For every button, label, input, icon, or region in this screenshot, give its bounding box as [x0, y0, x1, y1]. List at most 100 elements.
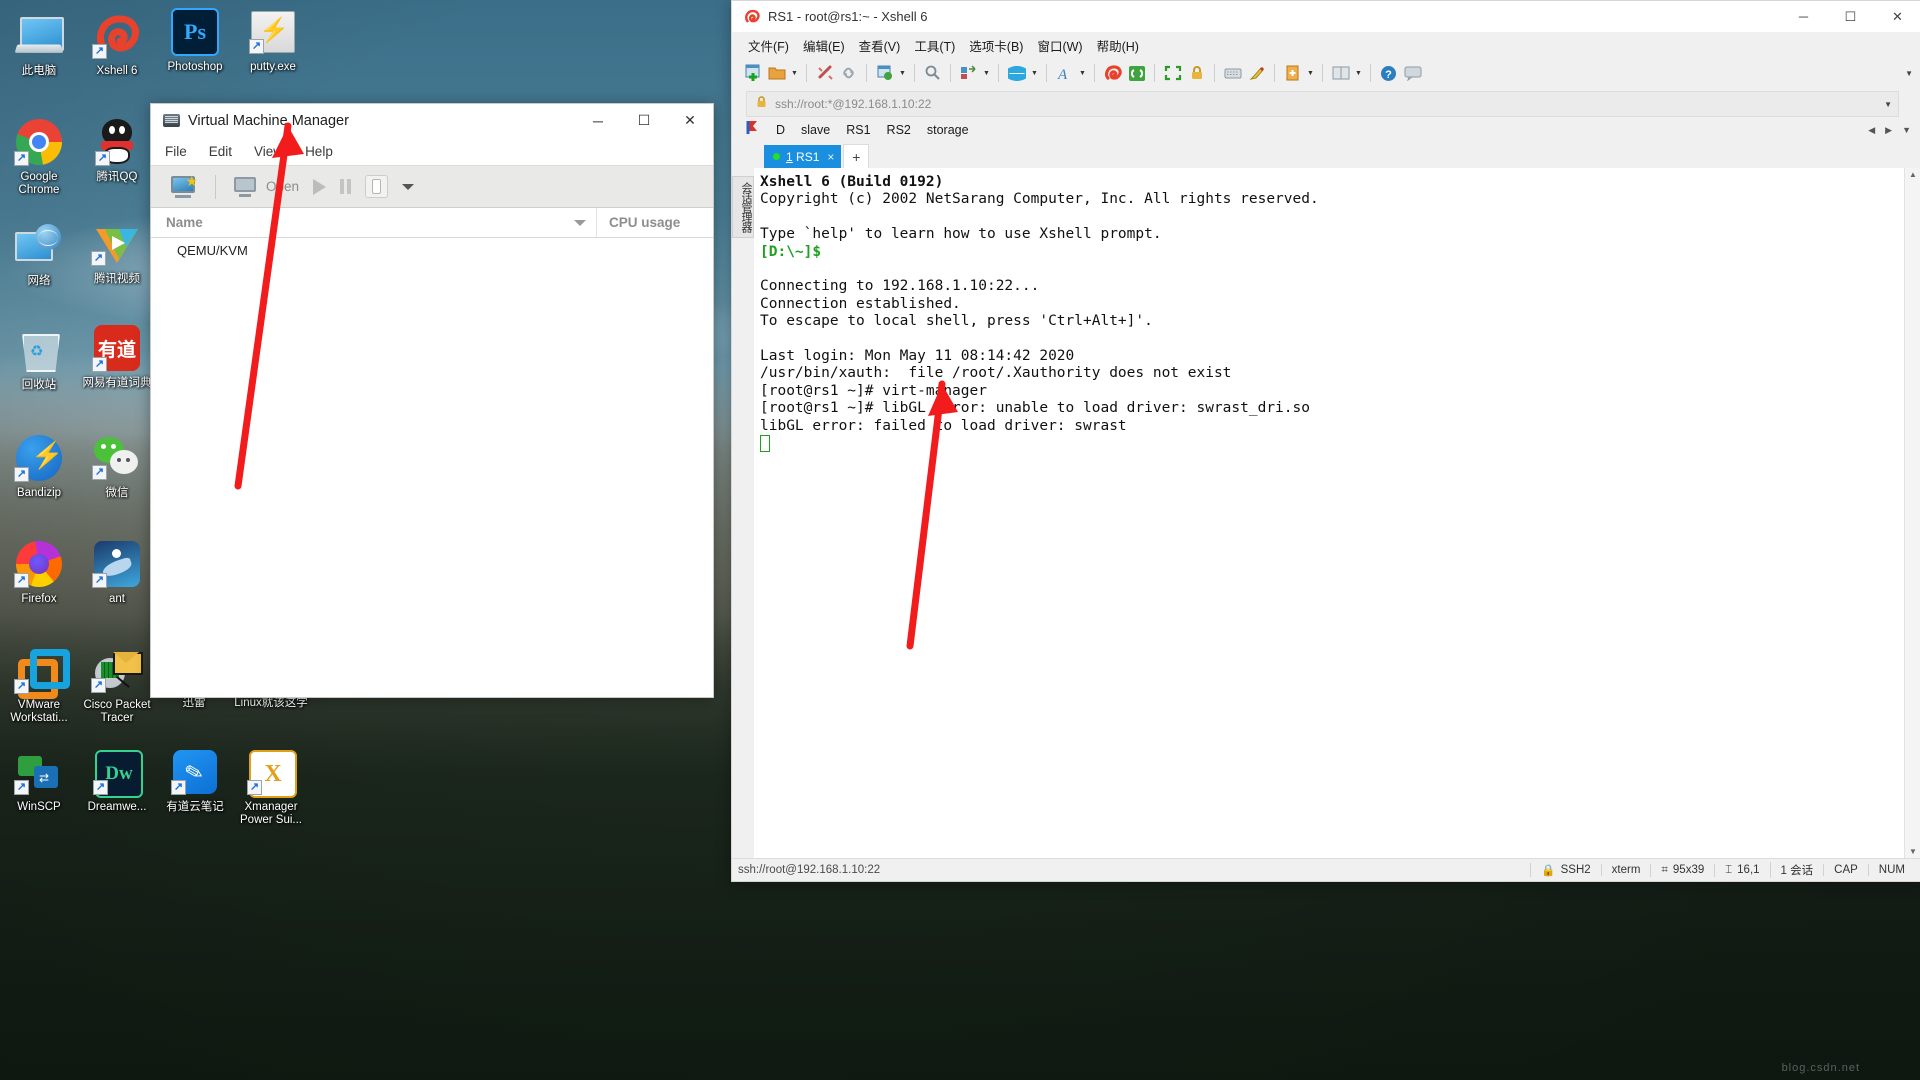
xshell-window[interactable]: RS1 - root@rs1:~ - Xshell 6 ─ ☐ ✕ 文件(F) … [731, 0, 1920, 882]
vmm-titlebar[interactable]: Virtual Machine Manager ─ ☐ ✕ [151, 104, 713, 137]
bookmark-item-slave[interactable]: slave [801, 123, 830, 137]
menu-item-tabs[interactable]: 选项卡(B) [969, 36, 1023, 55]
tab-rs1[interactable]: 1 RS1 × [764, 145, 841, 168]
desktop-icon-putty[interactable]: ⚡ ↗ putty.exe [234, 6, 312, 74]
column-header-name[interactable]: Name [151, 215, 596, 230]
desktop-icon-network[interactable]: 网络 [0, 220, 78, 288]
terminal-scrollbar[interactable]: ▲ ▼ [1904, 168, 1920, 858]
bookmark-prev-icon[interactable]: ◀ [1868, 125, 1875, 136]
layout-chevron-down-icon[interactable]: ▼ [1354, 70, 1363, 77]
new-file-icon[interactable] [1282, 63, 1303, 84]
bookmark-next-icon[interactable]: ▶ [1885, 125, 1892, 136]
bookmark-overflow-chevron-down-icon[interactable]: ▼ [1902, 125, 1911, 135]
new-session-icon[interactable] [742, 63, 763, 84]
menu-item-edit[interactable]: Edit [209, 144, 232, 159]
feedback-icon[interactable] [1402, 63, 1423, 84]
desktop-icon-label: ant [78, 593, 156, 606]
table-row[interactable]: QEMU/KVM [151, 238, 713, 262]
desktop-icon-chrome[interactable]: ↗ Google Chrome [0, 116, 78, 197]
link-icon[interactable] [838, 63, 859, 84]
desktop-icon-youdao-dict[interactable]: 有道 ↗ 网易有道词典 [78, 322, 156, 390]
menu-item-help[interactable]: 帮助(H) [1097, 36, 1139, 55]
run-vm-button[interactable] [307, 176, 332, 198]
new-vm-button[interactable]: ★ [165, 173, 203, 201]
desktop-icon-tencent-video[interactable]: ↗ 腾讯视频 [78, 218, 156, 286]
desktop-icon-xshell[interactable]: ↗ Xshell 6 [78, 10, 156, 78]
desktop-icon-ant[interactable]: ↗ ant [78, 538, 156, 606]
desktop-icon-vmware[interactable]: ↗ VMware Workstati... [0, 644, 78, 725]
desktop-icon-bandizip[interactable]: ⚡ ↗ Bandizip [0, 432, 78, 500]
session-manager-vertical-tab[interactable]: 会话管理器 [732, 176, 754, 238]
shutdown-vm-button[interactable] [359, 172, 394, 201]
address-chevron-down-icon[interactable]: ▼ [1884, 100, 1892, 109]
search-icon[interactable] [922, 63, 943, 84]
menu-item-file[interactable]: File [165, 144, 187, 159]
desktop-icon-wechat[interactable]: ↗ 微信 [78, 432, 156, 500]
open-folder-icon[interactable] [766, 63, 787, 84]
session-manager-panel[interactable]: 会话管理器 [732, 168, 754, 858]
scroll-down-icon[interactable]: ▼ [1909, 847, 1917, 856]
menu-item-tools[interactable]: 工具(T) [914, 36, 955, 55]
new-file-chevron-down-icon[interactable]: ▼ [1306, 70, 1315, 77]
xshell-maximize-button[interactable]: ☐ [1827, 1, 1874, 32]
help-icon[interactable]: ? [1378, 63, 1399, 84]
file-transfer-chevron-down-icon[interactable]: ▼ [982, 70, 991, 77]
menu-item-edit[interactable]: 编辑(E) [803, 36, 845, 55]
xshell-titlebar[interactable]: RS1 - root@rs1:~ - Xshell 6 ─ ☐ ✕ [732, 1, 1920, 32]
xftp-icon[interactable] [1126, 63, 1147, 84]
xshell-close-button[interactable]: ✕ [1874, 1, 1920, 32]
bookmark-item-storage[interactable]: storage [927, 123, 969, 137]
menu-item-file[interactable]: 文件(F) [748, 36, 789, 55]
highlight-pen-icon[interactable] [1246, 63, 1267, 84]
vmm-minimize-button[interactable]: ─ [575, 104, 621, 137]
desktop-icon-photoshop[interactable]: Ps Photoshop [156, 6, 234, 74]
virtual-machine-manager-window[interactable]: Virtual Machine Manager ─ ☐ ✕ File Edit … [150, 103, 714, 698]
menu-item-view[interactable]: 查看(V) [859, 36, 901, 55]
globe-chevron-down-icon[interactable]: ▼ [1030, 70, 1039, 77]
lock-icon[interactable] [1186, 63, 1207, 84]
desktop-icon-youdao-note[interactable]: ✎ ↗ 有道云笔记 [156, 746, 234, 814]
bookmark-item-rs2[interactable]: RS2 [887, 123, 911, 137]
shutdown-dropdown-button[interactable] [396, 181, 420, 193]
desktop-icon-winscp[interactable]: ⇄ ↗ WinSCP [0, 746, 78, 814]
toolbar-overflow-chevron-down-icon[interactable]: ▼ [1905, 69, 1913, 78]
bookmark-item-rs1[interactable]: RS1 [846, 123, 870, 137]
desktop-icon-firefox[interactable]: ↗ Firefox [0, 538, 78, 606]
keyboard-icon[interactable] [1222, 63, 1243, 84]
desktop-icon-xmanager[interactable]: X ↗ Xmanager Power Sui... [232, 746, 310, 827]
desktop-icon-qq[interactable]: ↗ 腾讯QQ [78, 116, 156, 184]
properties-chevron-down-icon[interactable]: ▼ [898, 70, 907, 77]
desktop-icon-dreamweaver[interactable]: Dw ↗ Dreamwe... [78, 746, 156, 814]
xshell-quick-icon[interactable] [1102, 63, 1123, 84]
shortcut-overlay-icon: ↗ [91, 251, 106, 266]
scroll-up-icon[interactable]: ▲ [1909, 170, 1917, 179]
globe-icon[interactable] [1006, 63, 1027, 84]
new-tab-button[interactable]: + [843, 144, 869, 168]
properties-icon[interactable] [874, 63, 895, 84]
desktop-icon-cisco-packet-tracer[interactable]: ↗ Cisco Packet Tracer [78, 644, 156, 725]
open-vm-button[interactable]: Open [228, 174, 305, 200]
open-folder-chevron-down-icon[interactable]: ▼ [790, 70, 799, 77]
terminal-line: /usr/bin/xauth: file /root/.Xauthority d… [760, 365, 1904, 382]
disconnect-icon[interactable] [814, 63, 835, 84]
layout-icon[interactable] [1330, 63, 1351, 84]
font-chevron-down-icon[interactable]: ▼ [1078, 70, 1087, 77]
xshell-minimize-button[interactable]: ─ [1780, 1, 1827, 32]
pause-vm-button[interactable] [334, 176, 357, 197]
menu-item-window[interactable]: 窗口(W) [1037, 36, 1082, 55]
file-transfer-icon[interactable] [958, 63, 979, 84]
terminal-output[interactable]: Xshell 6 (Build 0192)Copyright (c) 2002 … [754, 168, 1904, 858]
column-header-cpu-usage[interactable]: CPU usage [596, 208, 713, 237]
vmm-connection-list[interactable]: QEMU/KVM [151, 238, 713, 697]
menu-item-view[interactable]: View [254, 144, 283, 159]
desktop-icon-this-pc[interactable]: 此电脑 [0, 10, 78, 78]
address-bar[interactable]: ssh://root:*@192.168.1.10:22 ▼ [746, 91, 1899, 117]
bookmark-item-d[interactable]: D [776, 123, 785, 137]
tab-close-icon[interactable]: × [827, 150, 834, 164]
fullscreen-icon[interactable] [1162, 63, 1183, 84]
desktop-icon-recycle-bin[interactable]: ♻ 回收站 [0, 324, 78, 392]
menu-item-help[interactable]: Help [305, 144, 333, 159]
vmm-close-button[interactable]: ✕ [667, 104, 713, 137]
font-icon[interactable]: A [1054, 63, 1075, 84]
vmm-maximize-button[interactable]: ☐ [621, 104, 667, 137]
